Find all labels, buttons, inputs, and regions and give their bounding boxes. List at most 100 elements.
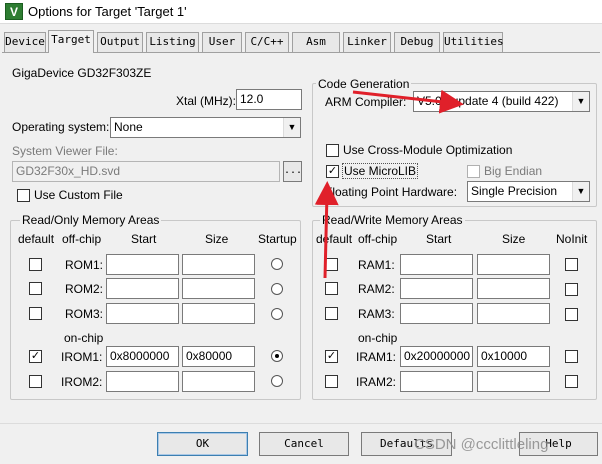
svf-browse-button[interactable]: ...: [283, 161, 302, 182]
irom1-size-input[interactable]: 0x80000: [182, 346, 255, 367]
tab-listing[interactable]: Listing: [146, 32, 199, 52]
tab-target[interactable]: Target: [48, 30, 94, 53]
arm-compiler-select[interactable]: V5.06 update 4 (build 422) ▼: [413, 91, 590, 112]
fp-hardware-label: Floating Point Hardware:: [325, 185, 458, 199]
iram1-noinit-checkbox[interactable]: [565, 350, 578, 363]
irom1-start-input[interactable]: 0x8000000: [106, 346, 179, 367]
window-title: Options for Target 'Target 1': [28, 4, 187, 19]
ram2-size-input[interactable]: [477, 278, 550, 299]
rom2-start-input[interactable]: [106, 278, 179, 299]
rom-header-offchip: off-chip: [62, 232, 102, 246]
use-custom-file-checkbox[interactable]: [17, 189, 30, 202]
ram1-size-input[interactable]: [477, 254, 550, 275]
ram3-default-checkbox[interactable]: [325, 307, 338, 320]
rom-header-default: default: [18, 232, 55, 246]
device-name: GigaDevice GD32F303ZE: [12, 66, 152, 80]
ram2-noinit-checkbox[interactable]: [565, 283, 578, 296]
rom2-default-checkbox[interactable]: [29, 282, 42, 295]
svf-label: System Viewer File:: [12, 144, 118, 158]
irom1-label: IROM1:: [61, 350, 103, 364]
ram-group-title: Read/Write Memory Areas: [320, 213, 465, 227]
tab-debug[interactable]: Debug: [394, 32, 440, 52]
cross-module-label: Use Cross-Module Optimization: [343, 143, 513, 157]
iram1-start-input[interactable]: 0x20000000: [400, 346, 473, 367]
chevron-down-icon[interactable]: ▼: [572, 92, 589, 111]
irom1-startup-radio[interactable]: [271, 350, 283, 362]
tab-user[interactable]: User: [202, 32, 242, 52]
ram3-label: RAM3:: [358, 307, 395, 321]
irom2-start-input[interactable]: [106, 371, 179, 392]
use-custom-file-label: Use Custom File: [34, 188, 123, 202]
rom1-default-checkbox[interactable]: [29, 258, 42, 271]
ram1-label: RAM1:: [358, 258, 395, 272]
ram1-default-checkbox[interactable]: [325, 258, 338, 271]
microlib-checkbox[interactable]: ✓: [326, 165, 339, 178]
xtal-label: Xtal (MHz):: [176, 94, 236, 108]
fp-hardware-select[interactable]: Single Precision ▼: [467, 181, 590, 202]
ram-header-default: default: [316, 232, 353, 246]
rom3-default-checkbox[interactable]: [29, 307, 42, 320]
ram2-start-input[interactable]: [400, 278, 473, 299]
cross-module-checkbox[interactable]: [326, 144, 339, 157]
watermark: CSDN @ccclittleling: [414, 436, 549, 453]
microlib-label: Use MicroLIB: [341, 163, 419, 179]
svf-input[interactable]: GD32F30x_HD.svd: [12, 161, 280, 182]
irom2-startup-radio[interactable]: [271, 375, 283, 387]
rom-header-start: Start: [131, 232, 157, 246]
ram1-start-input[interactable]: [400, 254, 473, 275]
cancel-button[interactable]: Cancel: [259, 432, 349, 456]
rom-group-title: Read/Only Memory Areas: [20, 213, 162, 227]
xtal-input[interactable]: 12.0: [236, 89, 302, 110]
rom1-start-input[interactable]: [106, 254, 179, 275]
iram2-noinit-checkbox[interactable]: [565, 375, 578, 388]
os-label: Operating system:: [12, 120, 110, 134]
rom1-size-input[interactable]: [182, 254, 255, 275]
rom3-label: ROM3:: [65, 307, 104, 321]
tab-device[interactable]: Device: [4, 32, 46, 52]
os-select-value: None: [114, 120, 143, 134]
big-endian-checkbox[interactable]: [467, 165, 480, 178]
iram2-size-input[interactable]: [477, 371, 550, 392]
ram2-label: RAM2:: [358, 282, 395, 296]
rom3-size-input[interactable]: [182, 303, 255, 324]
iram1-default-checkbox[interactable]: ✓: [325, 350, 338, 363]
arm-compiler-value: V5.06 update 4 (build 422): [417, 94, 559, 108]
iram2-label: IRAM2:: [356, 375, 397, 389]
rom1-startup-radio[interactable]: [271, 258, 283, 270]
ram-header-noinit: NoInit: [556, 232, 588, 246]
big-endian-label: Big Endian: [484, 164, 543, 178]
irom2-default-checkbox[interactable]: [29, 375, 42, 388]
ram2-default-checkbox[interactable]: [325, 282, 338, 295]
irom2-size-input[interactable]: [182, 371, 255, 392]
iram2-start-input[interactable]: [400, 371, 473, 392]
ok-button[interactable]: OK: [157, 432, 248, 456]
tab-asm[interactable]: Asm: [292, 32, 340, 52]
iram1-size-input[interactable]: 0x10000: [477, 346, 550, 367]
rom3-startup-radio[interactable]: [271, 308, 283, 320]
tab-utilities[interactable]: Utilities: [443, 32, 504, 52]
ram3-start-input[interactable]: [400, 303, 473, 324]
tab-c-cpp[interactable]: C/C++: [245, 32, 289, 52]
ram1-noinit-checkbox[interactable]: [565, 258, 578, 271]
ram-header-size: Size: [502, 232, 526, 246]
tab-linker[interactable]: Linker: [343, 32, 391, 52]
ram3-noinit-checkbox[interactable]: [565, 308, 578, 321]
arm-compiler-label: ARM Compiler:: [325, 95, 407, 109]
iram2-default-checkbox[interactable]: [325, 375, 338, 388]
rom-header-size: Size: [205, 232, 229, 246]
tab-output[interactable]: Output: [97, 32, 143, 52]
os-select[interactable]: None ▼: [110, 117, 301, 138]
rom-onchip-label: on-chip: [64, 331, 104, 345]
chevron-down-icon[interactable]: ▼: [572, 182, 589, 201]
chevron-down-icon[interactable]: ▼: [283, 118, 300, 137]
rom3-start-input[interactable]: [106, 303, 179, 324]
ram3-size-input[interactable]: [477, 303, 550, 324]
code-generation-title: Code Generation: [316, 77, 412, 91]
rom2-startup-radio[interactable]: [271, 283, 283, 295]
footer-divider: [0, 423, 602, 424]
rom-header-startup: Startup: [258, 232, 297, 246]
app-icon: V: [5, 3, 23, 20]
rom2-size-input[interactable]: [182, 278, 255, 299]
irom1-default-checkbox[interactable]: ✓: [29, 350, 42, 363]
iram1-label: IRAM1:: [356, 350, 397, 364]
